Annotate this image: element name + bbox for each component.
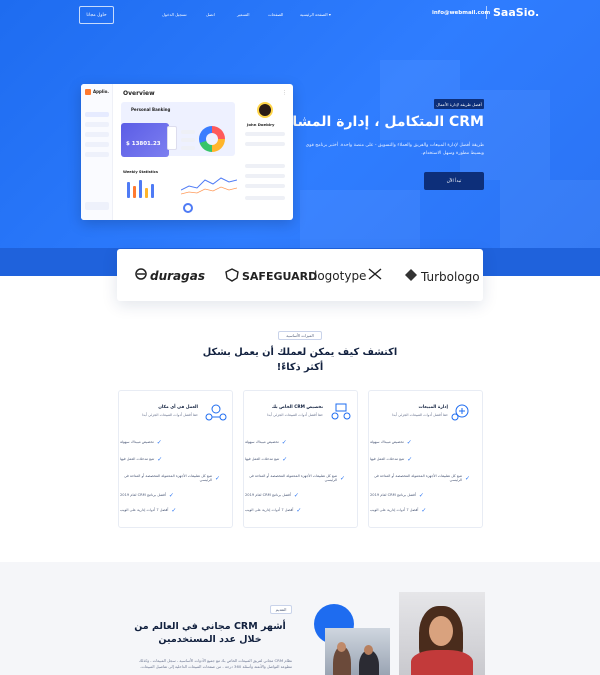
secondary-card: [167, 126, 177, 150]
feature-list-item: ✓ تخصيص مبيداك سهولة: [370, 438, 412, 446]
feature-card-subtitle: حقا أفضل أدوات المبيعات الجزئي أبدا: [392, 413, 448, 417]
nav-item-pages[interactable]: الصفحات: [268, 12, 283, 17]
card-amount: $ 13801.23: [126, 141, 161, 147]
feature-list-item: ✓ أفضل 7 أدوات إدارية على الويب: [370, 506, 427, 514]
about-badge: التقديم: [270, 605, 292, 614]
get-started-button[interactable]: تبدأ الآن: [424, 172, 484, 190]
dashboard-sidebar: Applio.: [81, 84, 113, 220]
nav-item-contact[interactable]: اتصل: [206, 12, 215, 17]
check-icon: ✓: [157, 455, 163, 463]
logotype-icon: [368, 268, 382, 283]
check-icon: ✓: [156, 438, 162, 446]
feature-list-item: ✓ أفضل برنامج CRM لعام 2019: [120, 491, 174, 499]
profile-name: John Doeblry: [247, 122, 275, 127]
nav-item-home[interactable]: الصفحة الرئيسية ▾: [300, 12, 331, 17]
weekly-line-chart: [181, 177, 237, 195]
spending-pie-chart: [199, 126, 225, 152]
nav-item-login[interactable]: تسجيل الدخول: [162, 12, 187, 17]
feature-list-item: ✓ تخصيص مبيداك سهولة: [120, 438, 162, 446]
turbologo-icon: [404, 268, 418, 285]
feature-list-item: ✓ أفضل برنامج CRM لعام 2019: [370, 491, 424, 499]
nav-item-pricing[interactable]: التسعير: [237, 12, 249, 17]
feature-list-item: ✓ تخصيص مبيداك سهولة: [245, 438, 287, 446]
partner-logo-duragas: duragas: [135, 268, 205, 283]
check-icon: ✓: [406, 438, 412, 446]
check-icon: ✓: [296, 506, 302, 514]
check-icon: ✓: [407, 455, 413, 463]
partner-logo-safeguard: SAFEGUARD: [225, 268, 317, 285]
app-logo-icon: [85, 89, 91, 95]
top-navbar: SaaSio. info@webmail.com الصفحة الرئيسية…: [0, 0, 600, 32]
work-anywhere-icon: [205, 403, 227, 421]
sales-management-icon: [451, 403, 473, 421]
brand-logo[interactable]: SaaSio.: [486, 6, 539, 19]
feature-list-item: ✓ أفضل برنامج CRM لعام 2019: [245, 491, 299, 499]
hero-section: SaaSio. info@webmail.com الصفحة الرئيسية…: [0, 0, 600, 276]
partner-logo-logotype: logotype: [314, 268, 385, 283]
weekly-statistics-label: Weekly Statistics: [123, 170, 158, 174]
contact-email[interactable]: info@webmail.com: [432, 10, 490, 16]
avatar: [257, 102, 273, 118]
check-icon: ✓: [214, 474, 220, 482]
bank-card: $ 13801.23: [121, 123, 169, 157]
duragas-icon: [135, 268, 147, 283]
about-description: نظام CRM مجاني لفريق المبيعات الخاص بك م…: [139, 658, 292, 669]
feature-list-item: ✓ تتبع كل تطبيقات الأجهزة المحمولة المخصص…: [124, 474, 220, 482]
about-section: [0, 562, 600, 675]
dashboard-screenshot: Applio. Overview ⋮ Personal Banking $ 13…: [81, 84, 293, 220]
feature-list-item: ✓ تتبع كل تطبيقات الأجهزة المحمولة المخصص…: [249, 474, 345, 482]
try-free-button[interactable]: حاول مجانا: [79, 6, 114, 24]
features-badge: الميزات الأساسية: [278, 331, 322, 340]
feature-card-subtitle: حقا أفضل أدوات المبيعات الجزئي أبدا: [267, 413, 323, 417]
hero-description: طريقة أفضل لإدارة المبيعات والفريق والعم…: [305, 143, 484, 156]
feature-card-title: العمل في أي مكان: [158, 405, 198, 410]
feature-list-item: ✓ تتبع مدخلات العمل فيها: [120, 455, 163, 463]
progress-ring: [183, 203, 193, 213]
dashboard-menu-icon: ⋮: [282, 90, 287, 96]
hero-title: CRM المتكامل ، إدارة المشاريع: [269, 114, 484, 130]
feature-card-title: تخصيص CRM الخاص بك: [272, 405, 323, 410]
partner-logo-turbologo: Turbologo: [404, 268, 480, 285]
safeguard-icon: [225, 268, 239, 285]
about-title: أشهر CRM مجاني في العالم من خلال عدد الم…: [134, 621, 286, 645]
check-icon: ✓: [418, 491, 424, 499]
check-icon: ✓: [282, 455, 288, 463]
feature-list-item: ✓ تتبع مدخلات العمل فيها: [245, 455, 288, 463]
feature-list-item: ✓ أفضل 7 أدوات إدارية على الويب: [120, 506, 177, 514]
feature-list-item: ✓ تتبع كل تطبيقات الأجهزة المحمولة المخصص…: [374, 474, 470, 482]
check-icon: ✓: [464, 474, 470, 482]
check-icon: ✓: [421, 506, 427, 514]
feature-list-item: ✓ تتبع مدخلات العمل فيها: [370, 455, 413, 463]
check-icon: ✓: [168, 491, 174, 499]
feature-card-subtitle: حقا أفضل أدوات المبيعات الجزئي أبدا: [142, 413, 198, 417]
check-icon: ✓: [293, 491, 299, 499]
feature-card-customize: تخصيص CRM الخاص بك حقا أفضل أدوات المبيع…: [243, 390, 358, 528]
team-photo: [325, 628, 390, 675]
dashboard-title: Overview: [123, 90, 155, 97]
partner-logos: duragas SAFEGUARD logotype Turbologo: [117, 249, 483, 301]
feature-list-item: ✓ أفضل 7 أدوات إدارية على الويب: [245, 506, 302, 514]
dashboard-logo: Applio.: [85, 89, 109, 95]
feature-card-title: إدارة المبيعات: [418, 405, 449, 410]
crm-customize-icon: [330, 403, 352, 421]
personal-banking-label: Personal Banking: [131, 107, 171, 112]
woman-portrait-photo: [399, 592, 485, 675]
feature-card-anywhere: العمل في أي مكان حقا أفضل أدوات المبيعات…: [118, 390, 233, 528]
check-icon: ✓: [339, 474, 345, 482]
feature-card-sales: إدارة المبيعات حقا أفضل أدوات المبيعات ا…: [368, 390, 483, 528]
hero-badge: أفضل طريقة لإدارة الأعمال: [434, 99, 484, 109]
check-icon: ✓: [171, 506, 177, 514]
features-title: اكتشف كيف يمكن لعملك أن يعمل بشكل أكثر ذ…: [202, 347, 398, 373]
check-icon: ✓: [281, 438, 287, 446]
